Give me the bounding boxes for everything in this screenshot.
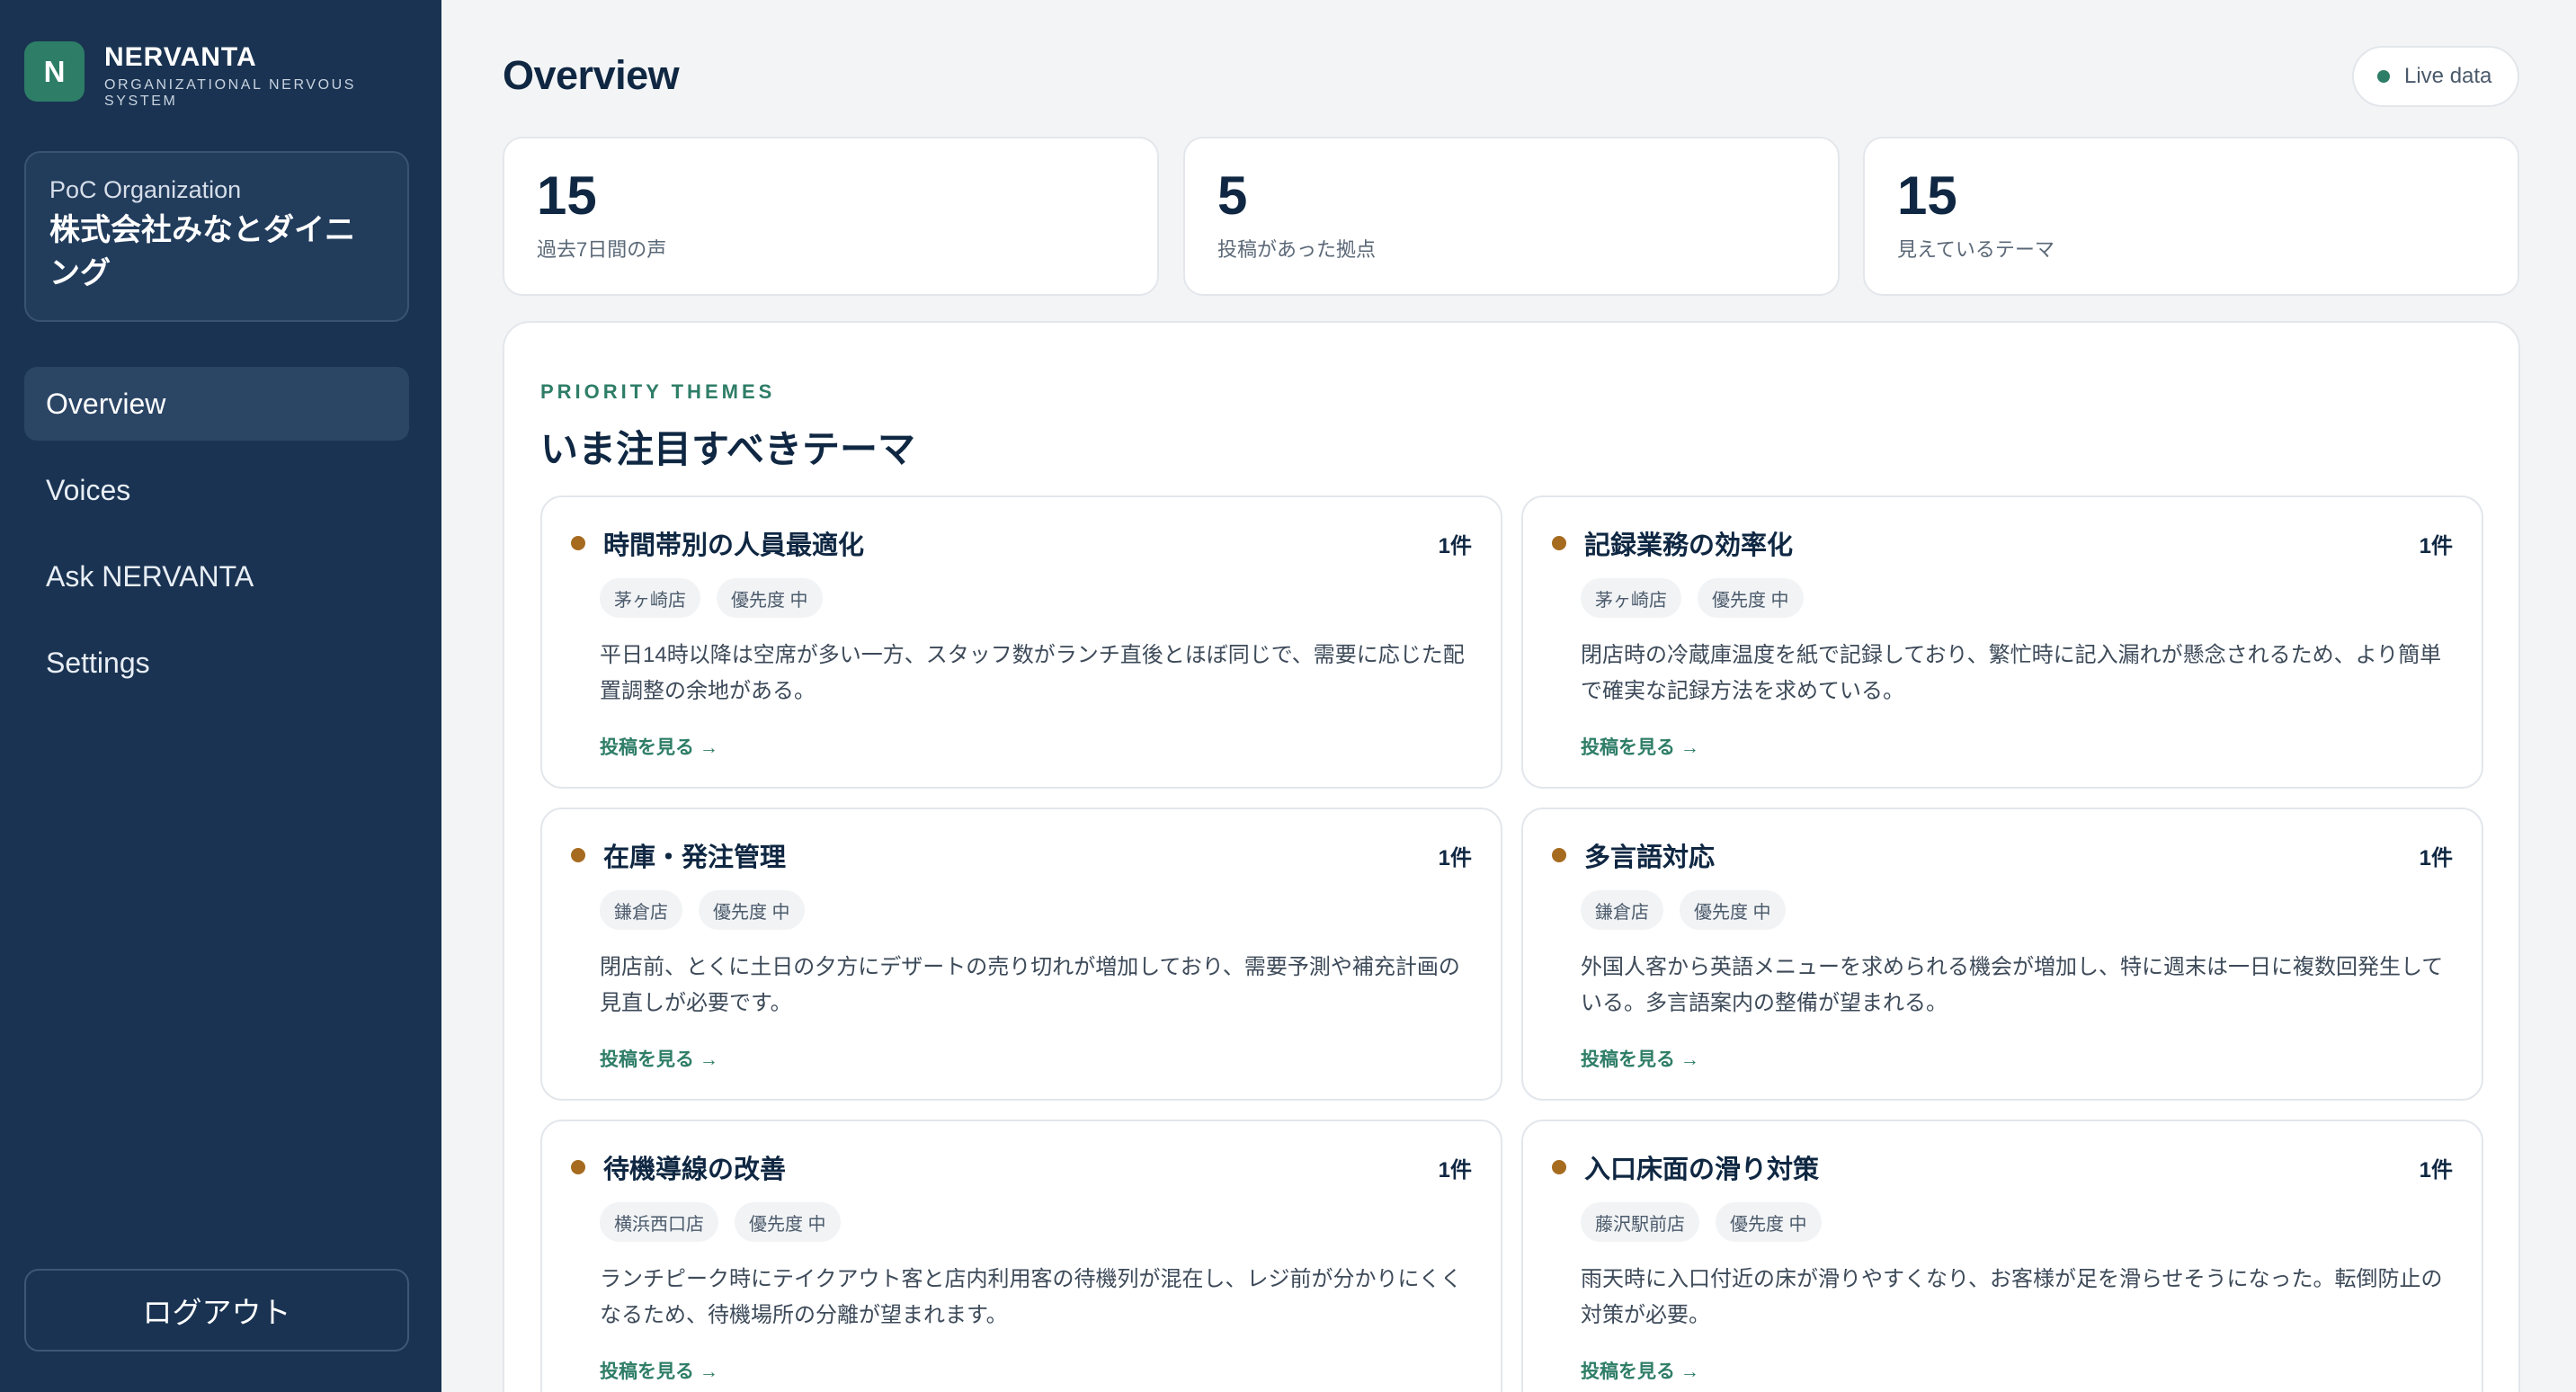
stat-card-voices: 15 過去7日間の声 [503, 137, 1159, 296]
live-status-dot-icon [2377, 70, 2390, 83]
theme-card-header: 在庫・発注管理 1件 [571, 836, 1472, 874]
theme-title: 入口床面の滑り対策 [1584, 1156, 1820, 1184]
theme-count: 1件 [1438, 1157, 1472, 1182]
page-title: Overview [503, 52, 680, 98]
sidebar-item-settings[interactable]: Settings [24, 626, 409, 700]
location-tag: 鎌倉店 [600, 890, 682, 930]
priority-dot-icon [1552, 1160, 1566, 1174]
brand-name: NERVANTA [104, 42, 257, 72]
priority-dot-icon [1552, 536, 1566, 550]
priority-tag: 優先度 中 [699, 890, 805, 930]
theme-title: 在庫・発注管理 [603, 843, 787, 872]
theme-summary: 雨天時に入口付近の床が滑りやすくなり、お客様が足を滑らせそうになった。転倒防止の… [1581, 1267, 2443, 1327]
theme-count: 1件 [2419, 845, 2453, 870]
theme-summary: 閉店時の冷蔵庫温度を紙で記録しており、繁忙時に記入漏れが懸念されるため、より簡単… [1581, 643, 2442, 703]
stat-value: 15 [537, 165, 597, 226]
priority-dot-icon [571, 536, 585, 550]
logout-button[interactable]: ログアウト [24, 1269, 409, 1352]
theme-card-header: 待機導線の改善 1件 [571, 1148, 1472, 1186]
stat-label: 見えているテーマ [1897, 238, 2055, 261]
live-data-badge: Live data [2352, 46, 2519, 107]
theme-title: 多言語対応 [1584, 843, 1716, 872]
stat-value: 5 [1217, 165, 1248, 226]
stat-value: 15 [1897, 165, 1957, 226]
priority-tag: 優先度 中 [1680, 890, 1786, 930]
theme-summary: 外国人客から英語メニューを求められる機会が増加し、特に週末は一日に複数回発生して… [1581, 955, 2444, 1015]
theme-tags: 横浜西口店 優先度 中 [600, 1202, 857, 1242]
theme-count: 1件 [1438, 845, 1472, 870]
sidebar-item-ask-nervanta[interactable]: Ask NERVANTA [24, 540, 409, 613]
sidebar-item-overview[interactable]: Overview [24, 367, 409, 441]
theme-card[interactable]: 多言語対応 1件 鎌倉店 優先度 中 外国人客から英語メニューを求められる機会が… [1521, 808, 2483, 1101]
theme-title: 待機導線の改善 [603, 1156, 787, 1184]
theme-count: 1件 [2419, 533, 2453, 558]
location-tag: 藤沢駅前店 [1581, 1202, 1699, 1242]
theme-card-header: 記録業務の効率化 1件 [1552, 524, 2453, 562]
theme-summary: ランチピーク時にテイクアウト客と店内利用客の待機列が混在し、レジ前が分かりにくく… [600, 1267, 1463, 1327]
section-title: いま注目すべきテーマ [540, 428, 916, 470]
theme-tags: 茅ヶ崎店 優先度 中 [1581, 578, 1820, 618]
theme-card[interactable]: 在庫・発注管理 1件 鎌倉店 優先度 中 閉店前、とくに土日の夕方にデザートの売… [540, 808, 1502, 1101]
sidebar: N NERVANTA ORGANIZATIONAL NERVOUS SYSTEM… [0, 0, 441, 1392]
theme-tags: 藤沢駅前店 優先度 中 [1581, 1202, 1838, 1242]
theme-card[interactable]: 時間帯別の人員最適化 1件 茅ヶ崎店 優先度 中 平日14時以降は空席が多い一方… [540, 495, 1502, 789]
org-name: 株式会社みなとダイニング [49, 213, 355, 290]
brand-logo: N [24, 41, 85, 102]
view-posts-link[interactable]: 投稿を見る → [1581, 1045, 1699, 1072]
view-posts-link[interactable]: 投稿を見る → [600, 1045, 718, 1072]
view-posts-link[interactable]: 投稿を見る → [1581, 1357, 1699, 1384]
brand-text: NERVANTA ORGANIZATIONAL NERVOUS SYSTEM [104, 41, 365, 110]
theme-tags: 鎌倉店 優先度 中 [1581, 890, 1802, 930]
sidebar-item-voices[interactable]: Voices [24, 453, 409, 527]
theme-title: 記録業務の効率化 [1584, 531, 1794, 560]
stat-card-locations: 5 投稿があった拠点 [1183, 137, 1840, 296]
priority-dot-icon [571, 1160, 585, 1174]
sidebar-nav: Overview Voices Ask NERVANTA Settings [24, 367, 409, 712]
theme-card-header: 多言語対応 1件 [1552, 836, 2453, 874]
theme-tags: 鎌倉店 優先度 中 [600, 890, 821, 930]
theme-card[interactable]: 入口床面の滑り対策 1件 藤沢駅前店 優先度 中 雨天時に入口付近の床が滑りやす… [1521, 1120, 2483, 1392]
priority-tag: 優先度 中 [1716, 1202, 1822, 1242]
stat-label: 過去7日間の声 [537, 238, 667, 261]
theme-count: 1件 [1438, 533, 1472, 558]
location-tag: 茅ヶ崎店 [600, 578, 700, 618]
location-tag: 鎌倉店 [1581, 890, 1663, 930]
theme-count: 1件 [2419, 1157, 2453, 1182]
location-tag: 横浜西口店 [600, 1202, 718, 1242]
theme-summary: 平日14時以降は空席が多い一方、スタッフ数がランチ直後とほぼ同じで、需要に応じた… [600, 643, 1465, 703]
priority-tag: 優先度 中 [735, 1202, 841, 1242]
priority-tag: 優先度 中 [1698, 578, 1804, 618]
theme-tags: 茅ヶ崎店 優先度 中 [600, 578, 839, 618]
theme-card[interactable]: 待機導線の改善 1件 横浜西口店 優先度 中 ランチピーク時にテイクアウト客と店… [540, 1120, 1502, 1392]
theme-card-header: 入口床面の滑り対策 1件 [1552, 1148, 2453, 1186]
view-posts-link[interactable]: 投稿を見る → [600, 733, 718, 760]
priority-dot-icon [571, 848, 585, 862]
brand[interactable]: N NERVANTA ORGANIZATIONAL NERVOUS SYSTEM [24, 41, 365, 110]
theme-summary: 閉店前、とくに土日の夕方にデザートの売り切れが増加しており、需要予測や補充計画の… [600, 955, 1460, 1015]
location-tag: 茅ヶ崎店 [1581, 578, 1681, 618]
priority-dot-icon [1552, 848, 1566, 862]
stat-label: 投稿があった拠点 [1217, 238, 1377, 261]
theme-title: 時間帯別の人員最適化 [603, 531, 865, 560]
org-card: PoC Organization 株式会社みなとダイニング [24, 151, 409, 322]
stat-card-themes: 15 見えているテーマ [1863, 137, 2519, 296]
theme-card[interactable]: 記録業務の効率化 1件 茅ヶ崎店 優先度 中 閉店時の冷蔵庫温度を紙で記録してお… [1521, 495, 2483, 789]
priority-tag: 優先度 中 [717, 578, 823, 618]
view-posts-link[interactable]: 投稿を見る → [600, 1357, 718, 1384]
live-data-label: Live data [2404, 64, 2492, 88]
brand-subtitle: ORGANIZATIONAL NERVOUS SYSTEM [104, 77, 357, 109]
section-eyebrow: PRIORITY THEMES [540, 380, 776, 403]
theme-card-header: 時間帯別の人員最適化 1件 [571, 524, 1472, 562]
org-label: PoC Organization [49, 176, 242, 203]
view-posts-link[interactable]: 投稿を見る → [1581, 733, 1699, 760]
